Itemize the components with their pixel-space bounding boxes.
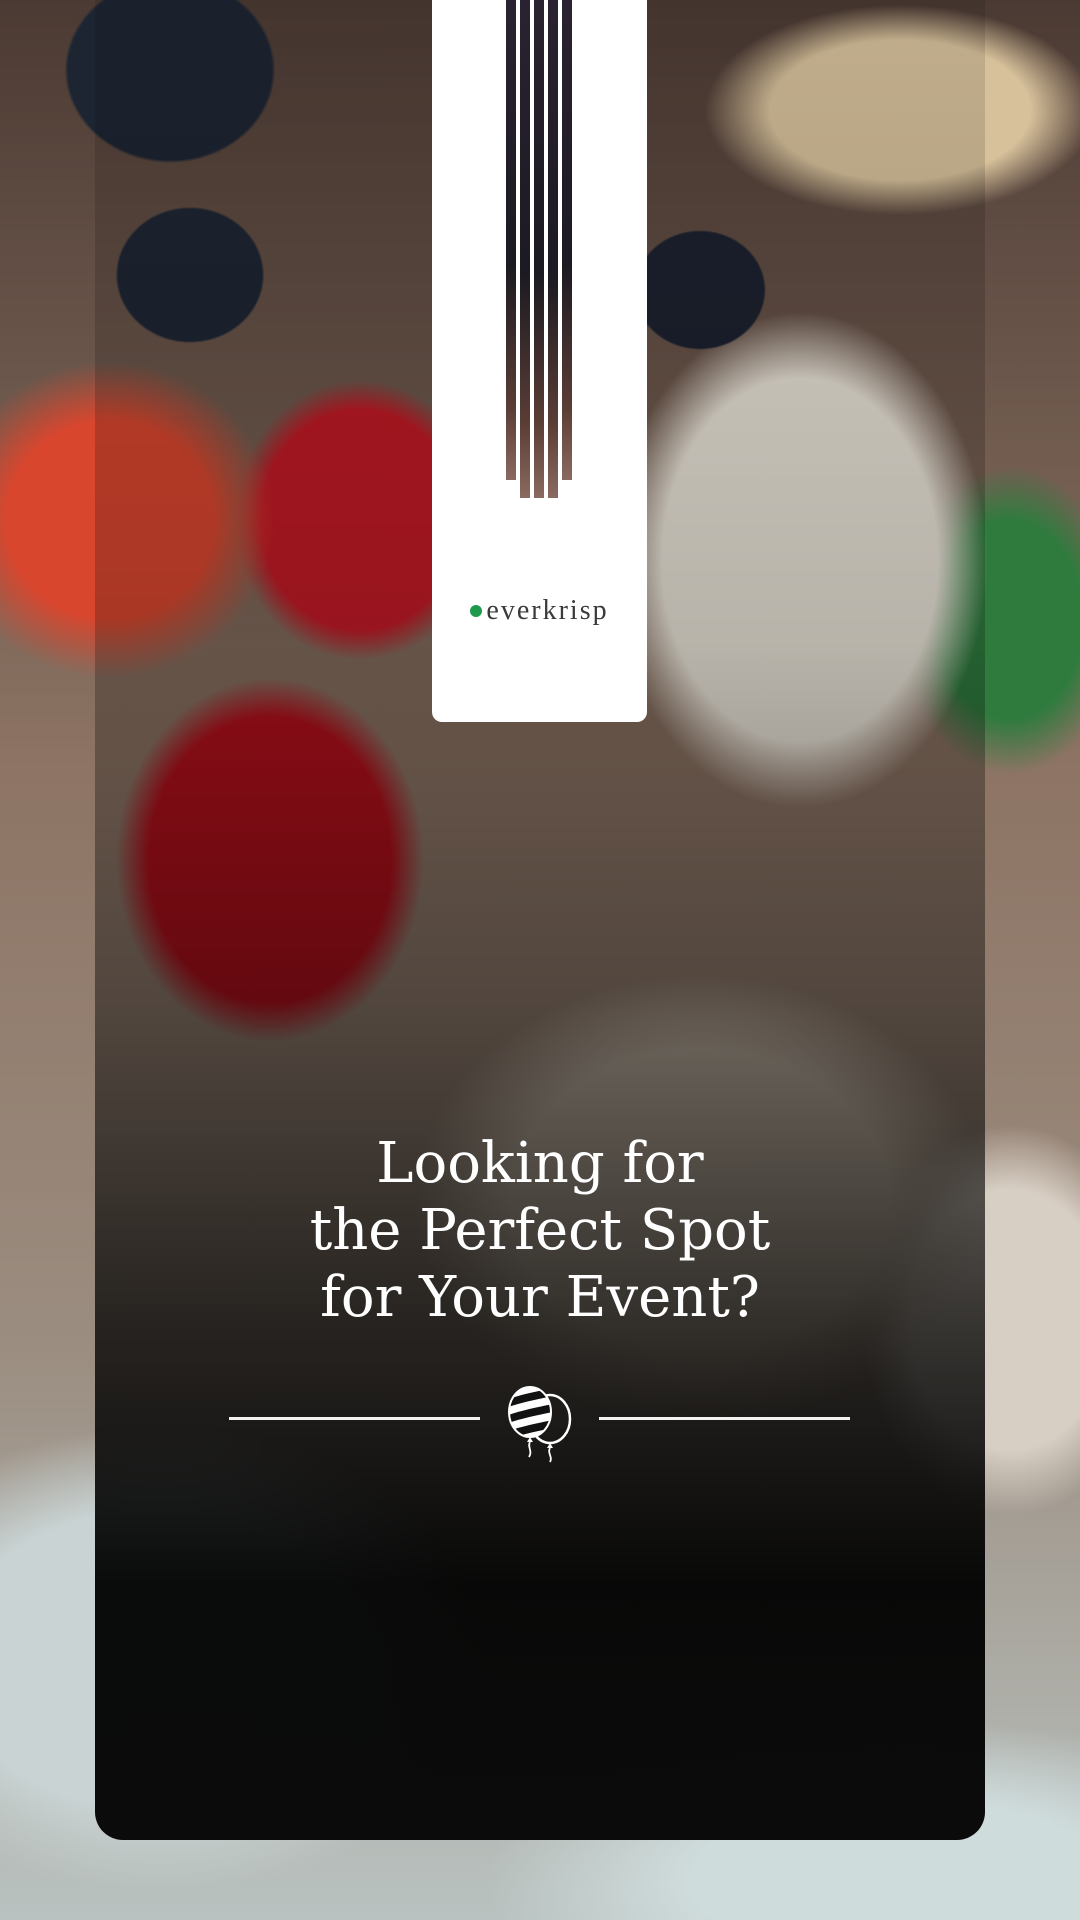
logo-bar <box>506 0 516 480</box>
headline: Looking for the Perfect Spot for Your Ev… <box>95 1130 985 1331</box>
logo-bar <box>548 0 558 498</box>
logo-bar <box>520 0 530 498</box>
headline-line-3: for Your Event? <box>320 1265 760 1330</box>
headline-line-1: Looking for <box>376 1131 704 1196</box>
logo-bar <box>534 0 544 498</box>
brand-logo: everkrisp <box>432 595 647 627</box>
logo-panel: everkrisp <box>432 0 647 722</box>
headline-line-2: the Perfect Spot <box>309 1198 771 1263</box>
divider-line-right <box>599 1417 850 1420</box>
balloons-icon <box>508 1386 572 1463</box>
brand-dot-icon <box>470 605 483 617</box>
story-screen: everkrisp Looking for the Perfect Spot f… <box>0 0 1080 1920</box>
brand-name: everkrisp <box>486 595 609 626</box>
divider-line-left <box>229 1417 480 1420</box>
logo-bar <box>562 0 572 480</box>
logo-bars <box>432 0 647 500</box>
